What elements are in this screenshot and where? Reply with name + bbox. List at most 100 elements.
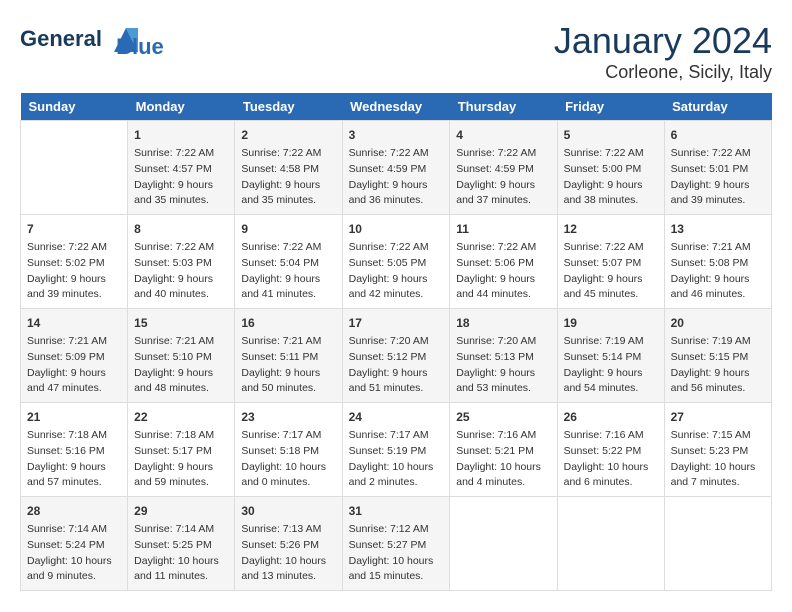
calendar-cell: 30Sunrise: 7:13 AMSunset: 5:26 PMDayligh…	[235, 497, 342, 591]
calendar-cell: 25Sunrise: 7:16 AMSunset: 5:21 PMDayligh…	[450, 403, 557, 497]
day-info: Daylight: 9 hours	[134, 178, 228, 194]
day-info: Sunrise: 7:17 AM	[349, 428, 444, 444]
day-info: Daylight: 9 hours	[134, 272, 228, 288]
day-number: 17	[349, 314, 444, 332]
day-number: 25	[456, 408, 550, 426]
day-info: Daylight: 9 hours	[456, 272, 550, 288]
day-info: Sunrise: 7:17 AM	[241, 428, 335, 444]
calendar-cell: 6Sunrise: 7:22 AMSunset: 5:01 PMDaylight…	[664, 121, 771, 215]
day-number: 5	[564, 126, 658, 144]
day-info: and 7 minutes.	[671, 475, 765, 491]
calendar-cell: 21Sunrise: 7:18 AMSunset: 5:16 PMDayligh…	[21, 403, 128, 497]
calendar-week-3: 14Sunrise: 7:21 AMSunset: 5:09 PMDayligh…	[21, 309, 772, 403]
calendar-cell: 29Sunrise: 7:14 AMSunset: 5:25 PMDayligh…	[128, 497, 235, 591]
day-info: Sunset: 4:59 PM	[456, 162, 550, 178]
day-info: Sunrise: 7:22 AM	[671, 146, 765, 162]
day-info: and 13 minutes.	[241, 569, 335, 585]
logo-text: General	[20, 26, 102, 51]
calendar-table: SundayMondayTuesdayWednesdayThursdayFrid…	[20, 93, 772, 591]
day-info: Sunrise: 7:22 AM	[456, 146, 550, 162]
day-info: Sunrise: 7:22 AM	[456, 240, 550, 256]
weekday-header-monday: Monday	[128, 93, 235, 121]
day-info: Daylight: 9 hours	[349, 178, 444, 194]
day-info: Daylight: 9 hours	[564, 366, 658, 382]
day-info: Sunrise: 7:12 AM	[349, 522, 444, 538]
day-info: Sunset: 5:00 PM	[564, 162, 658, 178]
day-number: 30	[241, 502, 335, 520]
day-info: and 39 minutes.	[671, 193, 765, 209]
calendar-cell	[21, 121, 128, 215]
calendar-week-1: 1Sunrise: 7:22 AMSunset: 4:57 PMDaylight…	[21, 121, 772, 215]
day-info: Sunset: 5:05 PM	[349, 256, 444, 272]
day-info: and 54 minutes.	[564, 381, 658, 397]
day-info: Daylight: 9 hours	[564, 178, 658, 194]
day-info: Sunrise: 7:22 AM	[564, 240, 658, 256]
day-info: Sunrise: 7:22 AM	[134, 146, 228, 162]
day-info: Sunrise: 7:22 AM	[27, 240, 121, 256]
day-info: and 48 minutes.	[134, 381, 228, 397]
weekday-header-tuesday: Tuesday	[235, 93, 342, 121]
day-info: Sunset: 5:01 PM	[671, 162, 765, 178]
day-info: Sunset: 5:06 PM	[456, 256, 550, 272]
day-info: Sunrise: 7:14 AM	[27, 522, 121, 538]
day-info: Daylight: 9 hours	[27, 460, 121, 476]
day-info: Sunset: 5:27 PM	[349, 538, 444, 554]
calendar-cell: 27Sunrise: 7:15 AMSunset: 5:23 PMDayligh…	[664, 403, 771, 497]
day-info: and 0 minutes.	[241, 475, 335, 491]
day-info: Daylight: 9 hours	[241, 272, 335, 288]
day-info: and 37 minutes.	[456, 193, 550, 209]
day-info: Sunset: 5:17 PM	[134, 444, 228, 460]
day-info: Daylight: 9 hours	[671, 366, 765, 382]
day-number: 2	[241, 126, 335, 144]
day-info: and 42 minutes.	[349, 287, 444, 303]
day-info: Sunset: 5:10 PM	[134, 350, 228, 366]
weekday-header-thursday: Thursday	[450, 93, 557, 121]
calendar-cell: 22Sunrise: 7:18 AMSunset: 5:17 PMDayligh…	[128, 403, 235, 497]
day-info: Sunrise: 7:20 AM	[349, 334, 444, 350]
day-info: Daylight: 10 hours	[27, 554, 121, 570]
calendar-cell	[450, 497, 557, 591]
day-info: and 51 minutes.	[349, 381, 444, 397]
day-info: Sunset: 5:19 PM	[349, 444, 444, 460]
calendar-cell: 8Sunrise: 7:22 AMSunset: 5:03 PMDaylight…	[128, 215, 235, 309]
day-info: Sunset: 4:58 PM	[241, 162, 335, 178]
calendar-cell: 15Sunrise: 7:21 AMSunset: 5:10 PMDayligh…	[128, 309, 235, 403]
day-info: Sunrise: 7:16 AM	[564, 428, 658, 444]
page-header: General Blue January 2024 Corleone, Sici…	[20, 20, 772, 83]
day-number: 12	[564, 220, 658, 238]
calendar-cell: 19Sunrise: 7:19 AMSunset: 5:14 PMDayligh…	[557, 309, 664, 403]
day-info: and 35 minutes.	[134, 193, 228, 209]
calendar-cell: 18Sunrise: 7:20 AMSunset: 5:13 PMDayligh…	[450, 309, 557, 403]
day-info: Sunset: 5:16 PM	[27, 444, 121, 460]
day-number: 10	[349, 220, 444, 238]
day-info: Sunset: 5:02 PM	[27, 256, 121, 272]
day-info: and 39 minutes.	[27, 287, 121, 303]
day-info: Daylight: 10 hours	[349, 554, 444, 570]
day-info: Sunset: 5:18 PM	[241, 444, 335, 460]
day-info: Sunset: 5:23 PM	[671, 444, 765, 460]
day-info: Sunset: 5:07 PM	[564, 256, 658, 272]
day-info: Daylight: 9 hours	[671, 272, 765, 288]
calendar-cell: 24Sunrise: 7:17 AMSunset: 5:19 PMDayligh…	[342, 403, 450, 497]
calendar-cell: 31Sunrise: 7:12 AMSunset: 5:27 PMDayligh…	[342, 497, 450, 591]
day-info: and 47 minutes.	[27, 381, 121, 397]
calendar-header: SundayMondayTuesdayWednesdayThursdayFrid…	[21, 93, 772, 121]
day-info: Daylight: 9 hours	[27, 272, 121, 288]
calendar-cell: 4Sunrise: 7:22 AMSunset: 4:59 PMDaylight…	[450, 121, 557, 215]
calendar-cell	[557, 497, 664, 591]
day-number: 22	[134, 408, 228, 426]
day-info: Sunset: 5:25 PM	[134, 538, 228, 554]
weekday-header-sunday: Sunday	[21, 93, 128, 121]
day-info: Sunrise: 7:21 AM	[671, 240, 765, 256]
day-info: Sunrise: 7:22 AM	[134, 240, 228, 256]
day-info: Sunrise: 7:19 AM	[671, 334, 765, 350]
calendar-cell: 16Sunrise: 7:21 AMSunset: 5:11 PMDayligh…	[235, 309, 342, 403]
calendar-cell: 10Sunrise: 7:22 AMSunset: 5:05 PMDayligh…	[342, 215, 450, 309]
day-info: and 46 minutes.	[671, 287, 765, 303]
day-info: Sunset: 5:26 PM	[241, 538, 335, 554]
day-info: Daylight: 9 hours	[349, 272, 444, 288]
day-number: 8	[134, 220, 228, 238]
day-info: Sunrise: 7:15 AM	[671, 428, 765, 444]
day-info: and 9 minutes.	[27, 569, 121, 585]
calendar-cell: 5Sunrise: 7:22 AMSunset: 5:00 PMDaylight…	[557, 121, 664, 215]
